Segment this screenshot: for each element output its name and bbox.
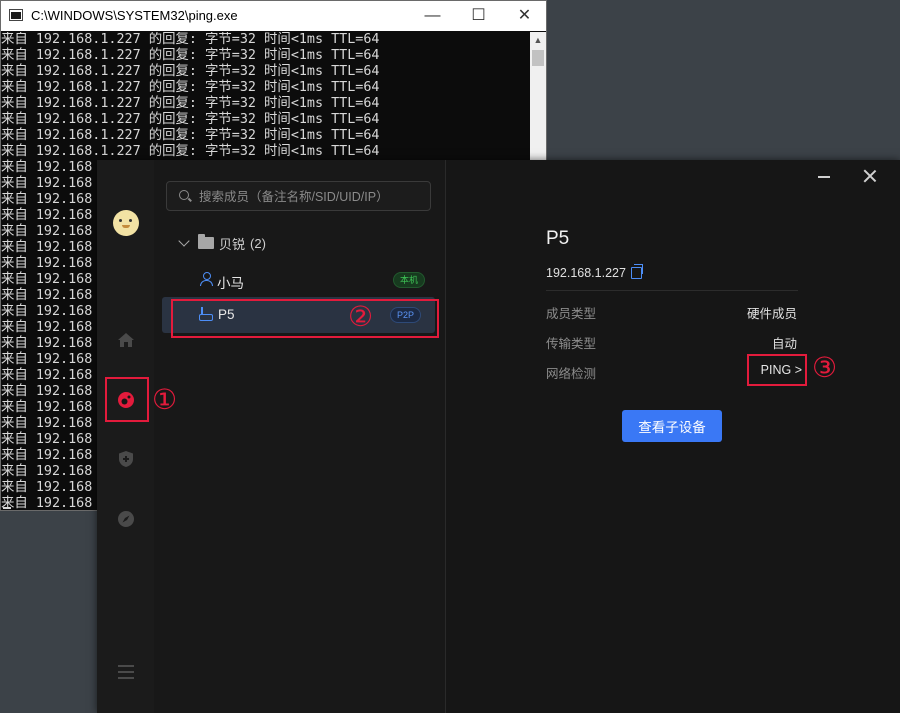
cmd-output-line: 来自 192.168.1.227 的回复: 字节=32 时间<1ms TTL=6… [1, 112, 380, 127]
member-type-value: 硬件成员 [746, 307, 797, 321]
annotation-number-1: ① [152, 383, 178, 416]
annotation-box-3 [747, 354, 807, 386]
cmd-output-line: 来自 192.168.1.227 的回复: 字节=32 时间<1ms TTL=6… [1, 64, 380, 79]
search-icon [179, 190, 189, 200]
scroll-up-icon[interactable]: ▲ [530, 32, 546, 48]
member-type-label: 成员类型 [546, 307, 597, 321]
compass-icon[interactable] [111, 504, 141, 534]
status-badge: 本机 [392, 272, 425, 288]
folder-icon [198, 234, 214, 249]
cmd-titlebar[interactable]: C:\WINDOWS\SYSTEM32\ping.exe — ☐ ✕ [1, 1, 546, 31]
cmd-output-line: 来自 192.168.1.227 的回复: 字节=32 时间<1ms TTL=6… [1, 144, 380, 159]
device-title: P5 [546, 228, 570, 249]
list-item[interactable]: 小马 本机 [162, 262, 435, 298]
cmd-icon [9, 9, 23, 21]
annotation-box-1 [105, 377, 149, 422]
scroll-thumb[interactable] [532, 50, 544, 66]
user-icon [199, 272, 213, 286]
menu-icon[interactable] [111, 657, 141, 687]
text-cursor [3, 507, 11, 509]
member-name: 小马 [217, 276, 244, 291]
close-button[interactable]: ✕ [502, 1, 547, 31]
group-count: (2) [250, 235, 266, 251]
transport-type-value: 自动 [771, 337, 797, 351]
cmd-output-line: 来自 192.168.1.227 的回复: 字节=32 时间<1ms TTL=6… [1, 32, 380, 47]
divider [546, 290, 798, 291]
annotation-number-3: ③ [812, 351, 838, 384]
annotation-number-2: ② [348, 300, 374, 333]
network-check-label: 网络检测 [546, 367, 597, 381]
shield-icon[interactable] [111, 444, 141, 474]
minimize-icon[interactable] [818, 176, 830, 178]
minimize-button[interactable]: — [410, 1, 455, 31]
annotation-box-2 [171, 299, 439, 338]
cmd-output-line: 来自 192.168.1.227 的回复: 字节=32 时间<1ms TTL=6… [1, 80, 380, 95]
device-ip: 192.168.1.227 [546, 266, 626, 280]
cmd-output-line: 来自 192.168.1.227 的回复: 字节=32 时间<1ms TTL=6… [1, 128, 380, 143]
group-name: 贝锐 [219, 236, 246, 252]
detail-panel: P5 192.168.1.227 成员类型 硬件成员 传输类型 自动 网络检测 … [446, 160, 900, 713]
home-icon[interactable] [111, 325, 141, 355]
avatar[interactable] [113, 210, 139, 236]
maximize-button[interactable]: ☐ [456, 1, 501, 31]
transport-type-label: 传输类型 [546, 337, 597, 351]
close-icon[interactable] [862, 168, 878, 184]
member-panel: 贝锐 (2) 小马 本机 P5 P2P [154, 160, 446, 713]
view-sub-devices-button[interactable]: 查看子设备 [622, 410, 722, 442]
group-header[interactable]: 贝锐 (2) [178, 234, 266, 252]
cmd-output-line: 来自 192.168.1.227 的回复: 字节=32 时间<1ms TTL=6… [1, 48, 380, 63]
nav-sidebar [97, 160, 155, 713]
cmd-title: C:\WINDOWS\SYSTEM32\ping.exe [31, 8, 238, 23]
app-window: 贝锐 (2) 小马 本机 P5 P2P P5 192.168.1.227 成员类… [97, 160, 900, 713]
chevron-down-icon[interactable] [178, 235, 190, 247]
cmd-output-line: 来自 192.168.1.227 的回复: 字节=32 时间<1ms TTL=6… [1, 96, 380, 111]
copy-icon[interactable] [631, 264, 643, 279]
search-input[interactable] [197, 182, 429, 212]
search-box[interactable] [166, 181, 431, 212]
